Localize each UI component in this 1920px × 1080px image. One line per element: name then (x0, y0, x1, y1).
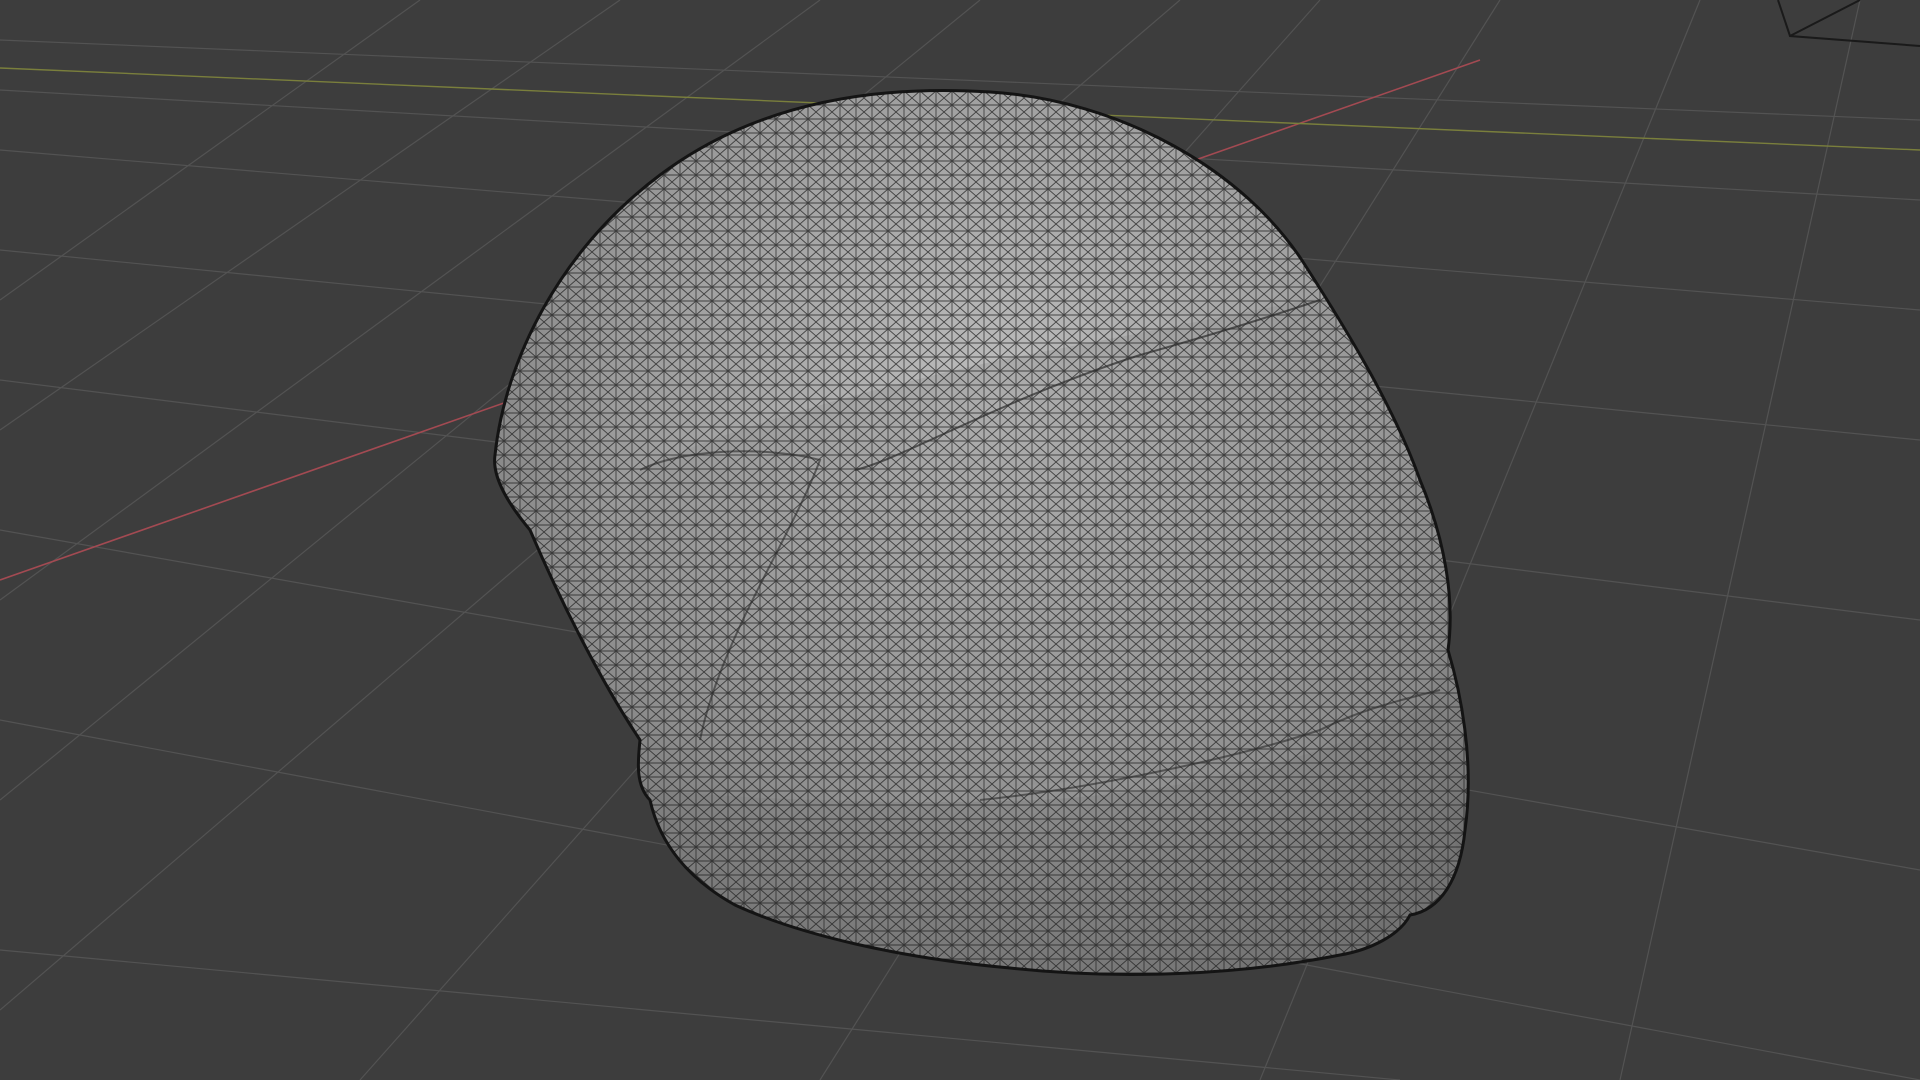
camera-gizmo[interactable] (1777, 0, 1920, 47)
grid-line (1619, 0, 1861, 1080)
grid-line (0, 0, 421, 301)
viewport-canvas[interactable] (0, 0, 1920, 1080)
3d-viewport[interactable] (0, 0, 1920, 1080)
helmet-mesh-object[interactable] (400, 60, 1500, 1000)
helmet-wireframe-overlay (494, 90, 1469, 975)
